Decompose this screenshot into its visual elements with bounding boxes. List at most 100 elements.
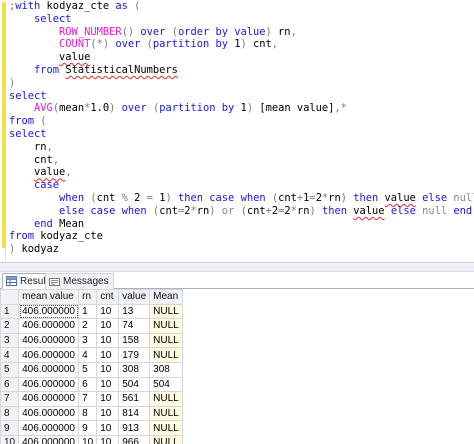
table-row[interactable]: 10 406.000000 10 10 966 NULL	[0, 434, 183, 444]
table-row[interactable]: 6 406.000000 6 10 504 504	[0, 376, 183, 393]
grid-cell[interactable]: 406.000000	[18, 347, 80, 363]
grid-cell[interactable]: 13	[118, 303, 151, 320]
grid-corner-cell[interactable]	[0, 289, 20, 305]
grid-cell[interactable]: 7	[78, 391, 98, 407]
row-number-cell[interactable]: 9	[0, 420, 20, 436]
grid-cell[interactable]: 10	[96, 376, 120, 393]
code-token: when	[121, 204, 147, 217]
grid-cell[interactable]: 10	[96, 303, 120, 320]
row-number-cell[interactable]: 7	[0, 391, 20, 407]
grid-cell[interactable]: 308	[118, 361, 151, 378]
grid-cell[interactable]: 158	[118, 332, 151, 349]
code-token: case	[34, 179, 60, 192]
row-number-cell[interactable]: 2	[0, 318, 20, 334]
row-number-cell[interactable]: 8	[0, 405, 20, 422]
code-token: kodyaz_cte	[34, 230, 103, 243]
column-header-mean-value[interactable]: mean value	[18, 289, 80, 305]
grid-cell[interactable]: 406.000000	[18, 376, 80, 393]
grid-cell[interactable]: 9	[78, 420, 98, 436]
row-number-cell[interactable]: 4	[0, 347, 20, 363]
row-number-cell[interactable]: 5	[0, 361, 20, 378]
row-number-cell[interactable]: 6	[0, 376, 20, 393]
grid-cell[interactable]: 406.000000	[18, 318, 80, 334]
grid-cell[interactable]: 308	[149, 361, 183, 378]
grid-cell[interactable]: 10	[96, 332, 120, 349]
grid-cell[interactable]: 406.000000	[18, 332, 80, 349]
grid-cell[interactable]: NULL	[149, 347, 183, 363]
pane-splitter[interactable]	[0, 262, 474, 272]
grid-cell[interactable]: 3	[78, 332, 98, 349]
column-header-rn[interactable]: rn	[78, 289, 98, 305]
row-number-cell[interactable]: 1	[0, 303, 20, 320]
grid-cell[interactable]: 406.000000	[18, 405, 80, 422]
table-row[interactable]: 9 406.000000 9 10 913 NULL	[0, 420, 183, 436]
grid-cell[interactable]: 504	[149, 376, 183, 393]
code-token: 1.0	[90, 102, 110, 115]
code-token: rn	[271, 25, 291, 38]
code-token: else	[422, 191, 448, 204]
grid-cell[interactable]: 10	[96, 347, 120, 363]
code-token: value	[353, 204, 385, 217]
code-line: value	[9, 51, 474, 64]
grid-cell[interactable]: 74	[118, 318, 151, 334]
grid-cell[interactable]: 2	[78, 318, 98, 334]
grid-cell[interactable]: 10	[96, 405, 120, 422]
table-row[interactable]: 5 406.000000 5 10 308 308	[0, 361, 183, 378]
grid-cell[interactable]: NULL	[149, 332, 183, 349]
grid-cell[interactable]: NULL	[149, 318, 183, 334]
grid-cell[interactable]: 406.000000	[18, 391, 80, 407]
code-token: COUNT	[59, 38, 91, 51]
grid-cell[interactable]: 179	[118, 347, 151, 363]
sql-code[interactable]: ;with kodyaz_cte as ( select ROW_NUMBER(…	[9, 0, 474, 256]
grid-cell[interactable]: 406.000000	[18, 361, 80, 378]
row-number-cell[interactable]: 10	[0, 434, 20, 444]
grid-cell[interactable]: 814	[118, 405, 151, 422]
table-row[interactable]: 1 406.000000 1 10 13 NULL	[0, 303, 183, 320]
grid-cell[interactable]: 966	[118, 434, 151, 444]
grid-cell[interactable]: 10	[96, 361, 120, 378]
tab-messages[interactable]: Messages	[45, 273, 114, 289]
code-line: ROW_NUMBER() over (order by value) rn,	[9, 26, 474, 39]
code-token: partition by	[152, 38, 228, 51]
grid-cell[interactable]: 6	[78, 376, 98, 393]
grid-cell[interactable]: NULL	[149, 405, 183, 422]
grid-cell[interactable]: NULL	[149, 303, 183, 320]
grid-cell[interactable]: 406.000000	[18, 420, 80, 436]
grid-cell[interactable]: 10	[96, 434, 120, 444]
grid-cell[interactable]: NULL	[149, 434, 183, 444]
grid-cell[interactable]: NULL	[149, 420, 183, 436]
column-header-cnt[interactable]: cnt	[96, 289, 120, 305]
code-token: as	[115, 0, 128, 12]
grid-cell[interactable]: 913	[118, 420, 151, 436]
results-grid-pane[interactable]: mean value rn cnt value Mean 1 406.000000…	[0, 289, 474, 444]
grid-cell[interactable]: 10	[96, 420, 120, 436]
grid-cell[interactable]: 406.000000	[18, 303, 80, 320]
grid-cell[interactable]: 10	[96, 391, 120, 407]
code-token: over	[121, 102, 147, 115]
column-header-mean[interactable]: Mean	[149, 289, 183, 305]
grid-cell[interactable]: 561	[118, 391, 151, 407]
grid-cell[interactable]: 10	[78, 434, 98, 444]
grid-cell[interactable]: 1	[78, 303, 98, 320]
grid-cell[interactable]: 504	[118, 376, 151, 393]
column-header-value[interactable]: value	[118, 289, 151, 305]
query-editor[interactable]: ;with kodyaz_cte as ( select ROW_NUMBER(…	[0, 0, 474, 262]
grid-cell[interactable]: 10	[96, 318, 120, 334]
grid-cell[interactable]: 5	[78, 361, 98, 378]
grid-cell[interactable]: 406.000000	[18, 434, 80, 444]
row-number-cell[interactable]: 3	[0, 332, 20, 349]
grid-cell[interactable]: 4	[78, 347, 98, 363]
code-line: case	[9, 179, 474, 192]
grid-cell[interactable]: 8	[78, 405, 98, 422]
table-row[interactable]: 3 406.000000 3 10 158 NULL	[0, 332, 183, 349]
table-row[interactable]: 4 406.000000 4 10 179 NULL	[0, 347, 183, 363]
table-row[interactable]: 2 406.000000 2 10 74 NULL	[0, 318, 183, 334]
table-row[interactable]: 7 406.000000 7 10 561 NULL	[0, 391, 183, 407]
code-token: (	[34, 115, 47, 128]
table-row[interactable]: 8 406.000000 8 10 814 NULL	[0, 405, 183, 422]
grid-cell[interactable]: NULL	[149, 391, 183, 407]
code-token: null	[422, 204, 448, 217]
